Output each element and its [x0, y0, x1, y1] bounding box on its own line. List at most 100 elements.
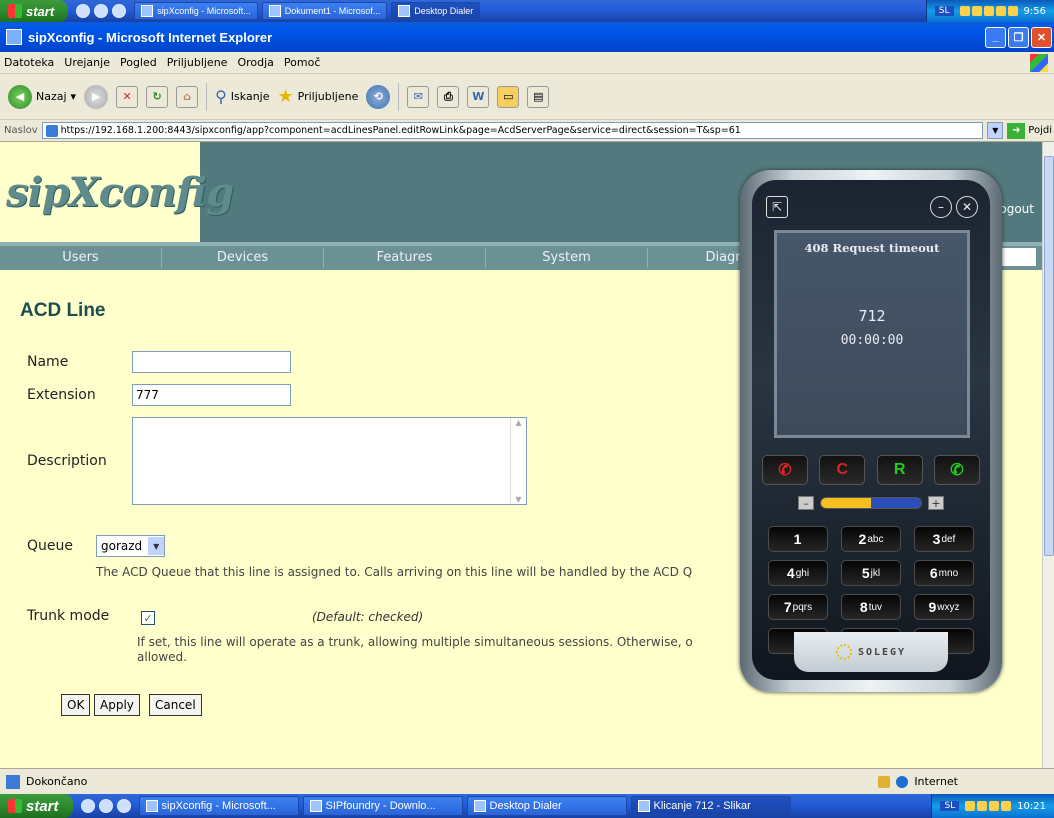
resize-icon[interactable]: ⇱	[766, 196, 788, 218]
menu-priljubljene[interactable]: Priljubljene	[167, 56, 228, 69]
queue-select[interactable]: gorazd ▼	[96, 535, 166, 557]
hangup-button[interactable]: ✆	[762, 455, 808, 485]
clear-button[interactable]: C	[819, 455, 866, 485]
search-icon: ⚲	[215, 87, 227, 106]
dropdown-arrow-icon[interactable]: ▾	[71, 90, 77, 103]
top-taskbar: start sipXconfig - Microsoft... Dokument…	[0, 0, 1054, 22]
tray-icon[interactable]	[965, 801, 976, 811]
name-input[interactable]	[132, 351, 291, 373]
trunk-mode-checkbox[interactable]: ✓	[141, 611, 155, 625]
volume-up-button[interactable]: +	[928, 496, 944, 510]
tray-icon[interactable]	[959, 6, 970, 16]
address-label: Naslov	[4, 125, 38, 136]
ie-icon[interactable]	[76, 4, 91, 18]
nav-devices[interactable]: Devices	[162, 248, 324, 268]
call-status: 408 Request timeout	[804, 241, 940, 255]
keypad-key-1[interactable]: 2 abc	[841, 526, 901, 552]
address-input[interactable]: https://192.168.1.200:8443/sipxconfig/ap…	[41, 122, 984, 139]
tray-icon[interactable]	[989, 801, 1000, 811]
minimize-button[interactable]: _	[985, 26, 1006, 48]
softphone-toolbar: ⇱ – ✕	[766, 192, 978, 222]
word-button[interactable]: W	[467, 85, 490, 108]
address-dropdown[interactable]: ▼	[987, 122, 1004, 139]
start-button[interactable]: start	[0, 0, 69, 22]
language-indicator[interactable]: SL	[934, 6, 954, 16]
description-textarea[interactable]: ▲ ▼	[132, 417, 527, 505]
softphone-window: ⇱ – ✕ 408 Request timeout 712 00:00:00 ✆…	[740, 170, 1002, 692]
close-icon[interactable]: ✕	[956, 196, 978, 218]
history-button[interactable]: ⟲	[366, 84, 391, 109]
tray-icon[interactable]	[983, 6, 994, 16]
ok-button[interactable]: OK	[61, 694, 91, 716]
extension-input[interactable]: 777	[132, 384, 291, 406]
menu-pogled[interactable]: Pogled	[120, 56, 157, 69]
nav-users[interactable]: Users	[0, 248, 162, 268]
lock-icon	[878, 775, 891, 788]
status-bar: Dokončano Internet	[0, 768, 1054, 794]
keypad-key-5[interactable]: 6 mno	[914, 560, 974, 586]
quick-launch	[76, 4, 127, 18]
keypad-key-6[interactable]: 7 pqrs	[768, 594, 828, 620]
volume-slider[interactable]	[820, 497, 922, 509]
tray-icon[interactable]	[1007, 6, 1018, 16]
firefox-icon[interactable]	[98, 799, 113, 813]
ie-icon[interactable]	[80, 799, 95, 813]
browser-icon[interactable]	[112, 4, 127, 18]
redial-button[interactable]: R	[876, 455, 923, 485]
apply-button[interactable]: Apply	[94, 694, 140, 716]
page-scrollbar[interactable]	[1042, 142, 1054, 768]
menu-datoteka[interactable]: Datoteka	[4, 56, 54, 69]
tray-icon[interactable]	[977, 801, 988, 811]
print-button[interactable]: ⎙	[437, 85, 460, 108]
tray-icon[interactable]	[995, 6, 1006, 16]
taskbar-button-dialer[interactable]: Desktop Dialer	[391, 2, 481, 20]
tray-icon[interactable]	[1001, 801, 1012, 811]
close-button[interactable]: ✕	[1031, 26, 1052, 48]
forward-button[interactable]: ▶	[84, 84, 109, 109]
zone-text: Internet	[914, 775, 958, 788]
keypad-key-3[interactable]: 4 ghi	[768, 560, 828, 586]
research-button[interactable]: ▤	[527, 85, 550, 108]
taskbar-button-sipfoundry[interactable]: SIPfoundry - Downlo...	[302, 796, 463, 816]
menu-pomoc[interactable]: Pomoč	[284, 56, 320, 69]
keypad-key-8[interactable]: 9 wxyz	[914, 594, 974, 620]
language-indicator[interactable]: SL	[940, 801, 960, 811]
tray-icon[interactable]	[971, 6, 982, 16]
taskbar-button-sipxconfig[interactable]: sipXconfig - Microsoft...	[134, 2, 258, 20]
nav-features[interactable]: Features	[324, 248, 486, 268]
search-button[interactable]: ⚲ Iskanje	[215, 87, 269, 106]
page-done-icon	[6, 774, 20, 789]
stop-button[interactable]: ✕	[116, 85, 139, 108]
maximize-button[interactable]: ❐	[1008, 26, 1029, 48]
logout-link[interactable]: ogout	[999, 202, 1034, 216]
back-button[interactable]: ◀ Nazaj ▾	[8, 84, 77, 109]
cancel-button[interactable]: Cancel	[149, 694, 202, 716]
keypad-key-7[interactable]: 8 tuv	[841, 594, 901, 620]
firefox-icon[interactable]	[94, 4, 109, 18]
textarea-scrollbar[interactable]: ▲ ▼	[510, 418, 526, 504]
menu-urejanje[interactable]: Urejanje	[64, 56, 110, 69]
mail-button[interactable]: ✉	[407, 85, 430, 108]
go-button[interactable]: ➜ Pojdi	[1007, 122, 1054, 139]
keypad-key-2[interactable]: 3 def	[914, 526, 974, 552]
start-button[interactable]: start	[0, 794, 73, 818]
folder-button[interactable]: ▭	[497, 85, 520, 108]
browser-icon[interactable]	[116, 799, 131, 813]
menu-orodja[interactable]: Orodja	[237, 56, 273, 69]
taskbar-button-word[interactable]: Dokument1 - Microsof...	[261, 2, 388, 20]
call-button[interactable]: ✆	[933, 455, 980, 485]
taskbar-button-sipxconfig[interactable]: sipXconfig - Microsoft...	[138, 796, 299, 816]
volume-down-button[interactable]: –	[798, 496, 814, 510]
refresh-button[interactable]: ↻	[146, 85, 169, 108]
taskbar-button-dialer[interactable]: Desktop Dialer	[466, 796, 627, 816]
taskbar-button-paint[interactable]: Klicanje 712 - Slikar	[630, 796, 791, 816]
ie-icon	[141, 5, 154, 17]
home-button[interactable]: ⌂	[176, 85, 199, 108]
minimize-icon[interactable]: –	[930, 196, 952, 218]
dialer-icon	[398, 5, 411, 17]
scrollbar-thumb[interactable]	[1044, 156, 1054, 556]
keypad-key-4[interactable]: 5 jkl	[841, 560, 901, 586]
keypad-key-0[interactable]: 1	[768, 526, 828, 552]
favorites-button[interactable]: ★ Priljubljene	[278, 86, 359, 107]
nav-system[interactable]: System	[486, 248, 648, 268]
